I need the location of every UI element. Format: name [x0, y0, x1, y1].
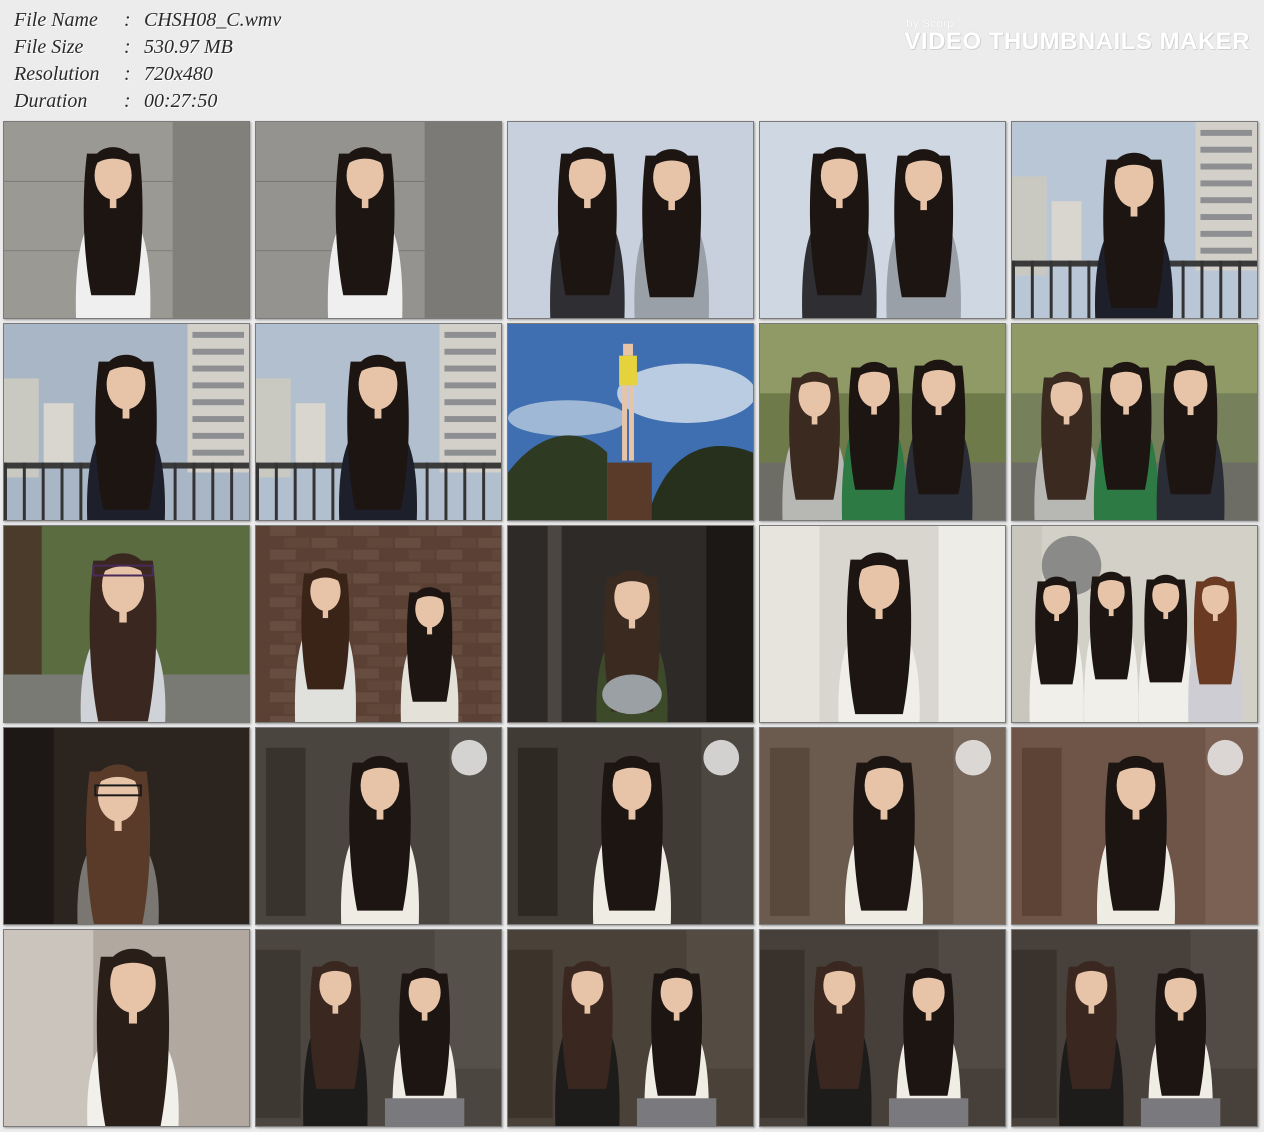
thumbnail-frame — [760, 526, 1005, 722]
video-thumbnail — [1011, 323, 1258, 521]
thumbnail-frame — [760, 728, 1005, 924]
video-thumbnail — [759, 121, 1006, 319]
thumbnail-frame — [1012, 324, 1257, 520]
video-thumbnail — [1011, 929, 1258, 1127]
resolution-separator: : — [124, 63, 131, 85]
video-thumbnail — [255, 727, 502, 925]
video-thumbnail — [255, 323, 502, 521]
video-thumbnail — [507, 727, 754, 925]
resolution-value: 720x480 — [144, 63, 213, 85]
thumbnail-frame — [256, 930, 501, 1126]
thumbnail-frame — [4, 122, 249, 318]
video-thumbnail — [3, 323, 250, 521]
video-thumbnail — [1011, 121, 1258, 319]
thumbnail-frame — [1012, 728, 1257, 924]
file-size-separator: : — [124, 36, 131, 58]
thumbnail-frame — [4, 930, 249, 1126]
thumbnail-frame — [256, 324, 501, 520]
resolution-label: Resolution — [14, 63, 100, 85]
thumbnail-frame — [256, 526, 501, 722]
thumbnail-grid — [3, 121, 1261, 1129]
thumbnail-frame — [256, 728, 501, 924]
file-size-label: File Size — [14, 36, 84, 58]
video-thumbnail — [759, 929, 1006, 1127]
thumbnail-frame — [760, 324, 1005, 520]
video-thumbnail — [3, 121, 250, 319]
video-thumbnail — [1011, 525, 1258, 723]
duration-label: Duration — [14, 90, 88, 112]
thumbnail-frame — [760, 122, 1005, 318]
duration-value: 00:27:50 — [144, 90, 218, 112]
video-thumbnail — [759, 525, 1006, 723]
file-info: File Name: CHSH08_C.wmv File Size:530.97 … — [14, 8, 281, 116]
duration-row: Duration:00:27:50 — [14, 89, 281, 116]
video-thumbnail — [255, 525, 502, 723]
video-thumbnail — [507, 121, 754, 319]
watermark-logo: by Scorp VIDEO THUMBNAILS MAKER — [904, 18, 1250, 56]
video-thumbnail — [255, 121, 502, 319]
file-name-separator: : — [124, 9, 131, 31]
video-thumbnail — [3, 525, 250, 723]
video-thumbnail — [507, 929, 754, 1127]
file-size-value: 530.97 MB — [144, 36, 233, 58]
thumbnail-frame — [256, 122, 501, 318]
thumbnail-frame — [508, 324, 753, 520]
resolution-row: Resolution:720x480 — [14, 62, 281, 89]
video-thumbnail — [3, 929, 250, 1127]
thumbnail-frame — [760, 930, 1005, 1126]
thumbnail-frame — [1012, 930, 1257, 1126]
duration-separator: : — [124, 90, 131, 112]
thumbnail-frame — [508, 728, 753, 924]
video-thumbnail — [759, 727, 1006, 925]
file-size-row: File Size:530.97 MB — [14, 35, 281, 62]
thumbnail-frame — [4, 324, 249, 520]
file-name-row: File Name: CHSH08_C.wmv — [14, 8, 281, 35]
video-thumbnail — [255, 929, 502, 1127]
video-thumbnail — [759, 323, 1006, 521]
thumbnail-frame — [1012, 122, 1257, 318]
thumbnail-frame — [4, 728, 249, 924]
thumbnail-frame — [508, 122, 753, 318]
header: File Name: CHSH08_C.wmv File Size:530.97 … — [0, 0, 1264, 118]
file-name-value: CHSH08_C.wmv — [144, 9, 282, 31]
thumbnail-frame — [508, 526, 753, 722]
thumbnail-frame — [1012, 526, 1257, 722]
thumbnail-frame — [4, 526, 249, 722]
file-name-label: File Name — [14, 9, 98, 31]
video-thumbnail — [507, 323, 754, 521]
thumbnail-frame — [508, 930, 753, 1126]
video-thumbnail — [1011, 727, 1258, 925]
video-thumbnail — [3, 727, 250, 925]
watermark-title: VIDEO THUMBNAILS MAKER — [904, 28, 1250, 55]
video-thumbnail — [507, 525, 754, 723]
